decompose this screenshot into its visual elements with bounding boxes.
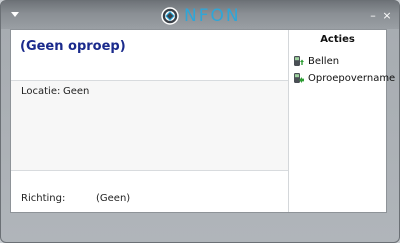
direction-section: Richting: (Geen)	[11, 171, 288, 212]
direction-value: (Geen)	[96, 193, 131, 204]
action-bellen[interactable]: Bellen	[293, 54, 339, 68]
actions-title: Acties	[320, 34, 355, 45]
call-status-title: (Geen oproep)	[20, 39, 126, 54]
title-bar[interactable]: NFON – ×	[1, 1, 399, 29]
phone-call-icon	[294, 56, 304, 66]
direction-label: Richting:	[21, 193, 66, 204]
location-section: Locatie: Geen	[11, 81, 288, 171]
brand-logo: NFON	[161, 6, 241, 26]
minimize-button[interactable]: –	[367, 10, 379, 22]
menu-dropdown-icon[interactable]	[11, 12, 19, 17]
nfon-logo-icon	[161, 7, 179, 25]
window-footer	[1, 215, 399, 242]
call-pickup-icon	[294, 73, 304, 83]
close-button[interactable]: ×	[381, 10, 393, 22]
call-header: (Geen oproep)	[11, 30, 288, 81]
call-details-pane: (Geen oproep) Locatie: Geen Richting: (G…	[11, 30, 289, 212]
main-panel: (Geen oproep) Locatie: Geen Richting: (G…	[10, 29, 395, 213]
action-label: Bellen	[308, 55, 340, 67]
action-label: Oproepovername	[308, 72, 396, 84]
location-label: Locatie:	[21, 86, 61, 97]
location-value: Geen	[63, 86, 90, 97]
action-oproepovername[interactable]: Oproepovername	[293, 71, 395, 85]
brand-name: NFON	[184, 6, 241, 26]
actions-pane: Acties Bellen Oproepovername	[289, 30, 395, 212]
app-window: NFON – × (Geen oproep) Locatie: Geen Ric…	[0, 0, 400, 243]
